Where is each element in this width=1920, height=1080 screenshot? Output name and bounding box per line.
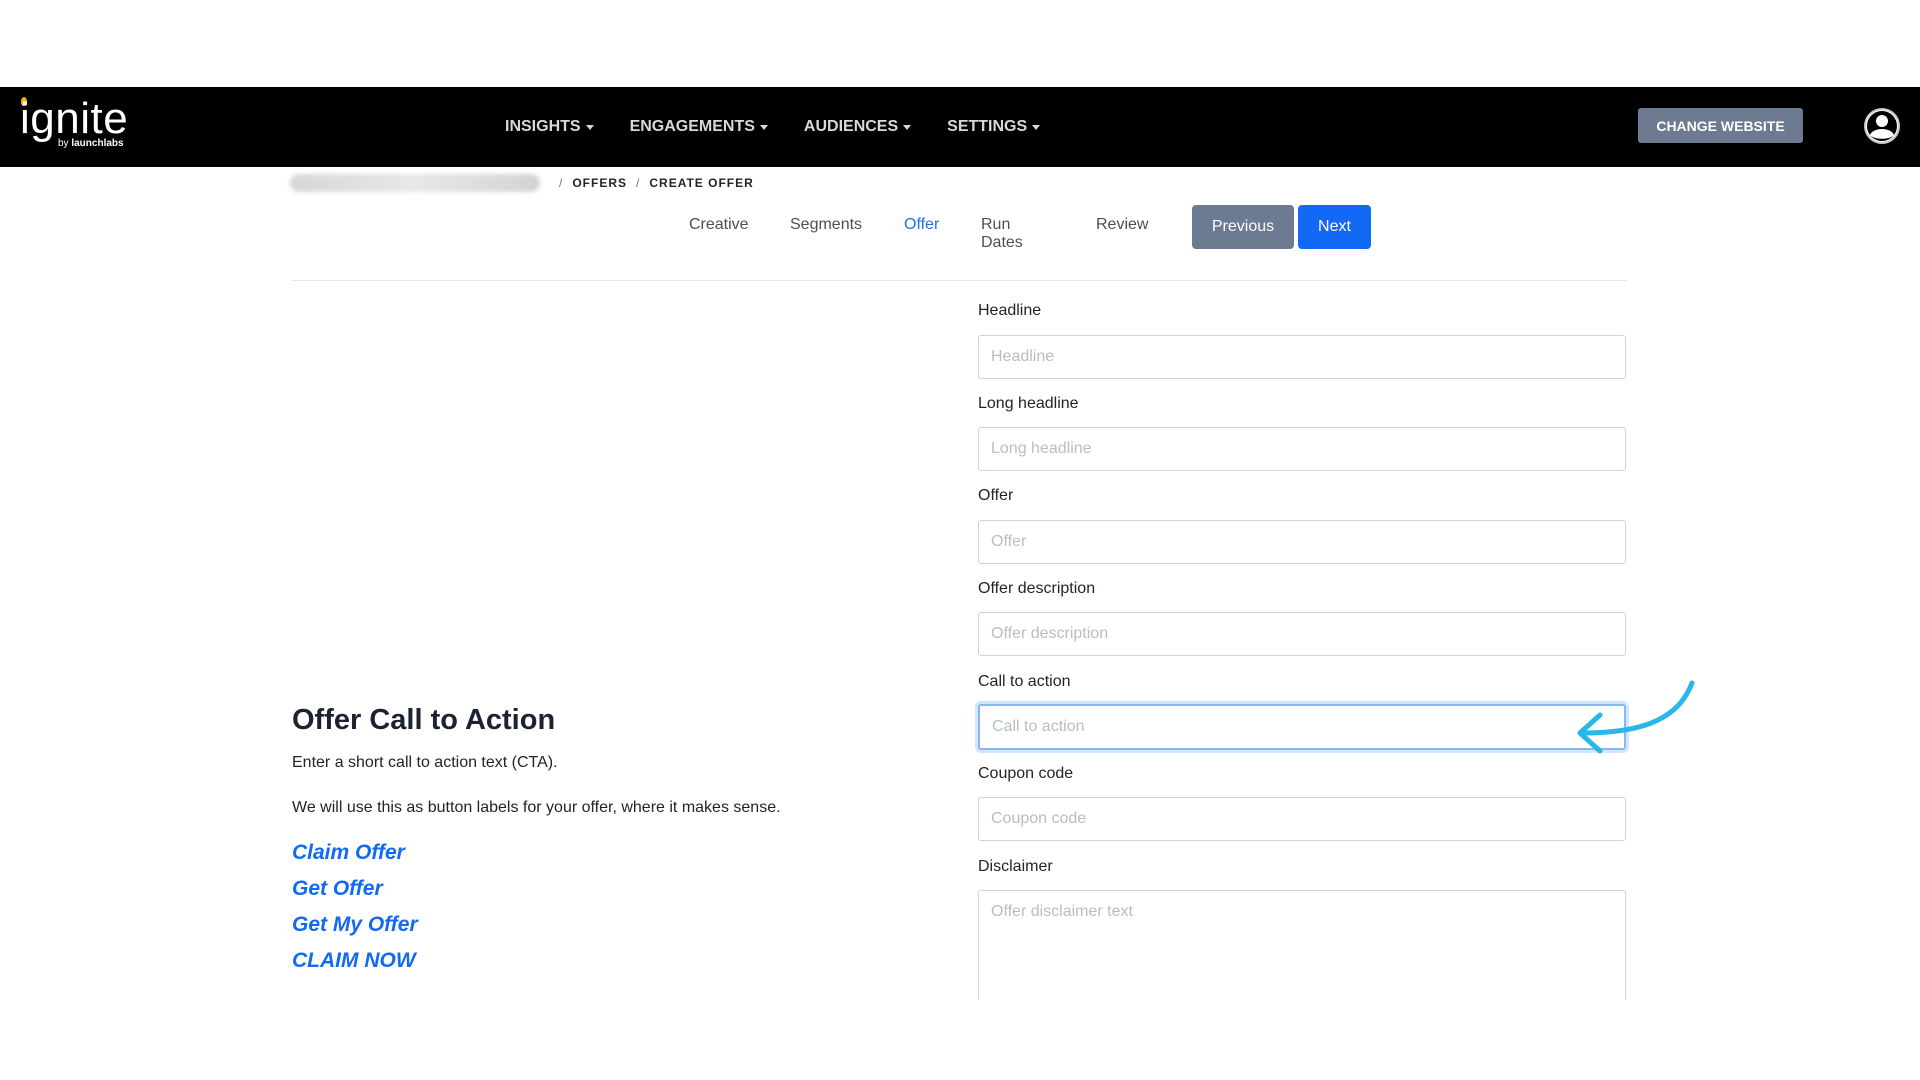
logo-tagline: by launchlabs — [58, 138, 124, 149]
offer-description-input[interactable] — [978, 612, 1626, 656]
next-button[interactable]: Next — [1298, 205, 1371, 249]
tab-run-dates[interactable]: Run Dates — [981, 216, 1023, 252]
nav-audiences[interactable]: AUDIENCES — [803, 118, 912, 136]
breadcrumb-offers[interactable]: OFFERS — [572, 176, 627, 190]
call-to-action-label: Call to action — [978, 673, 1071, 690]
main-nav: INSIGHTS ENGAGEMENTS AUDIENCES SETTINGS — [505, 87, 1076, 167]
nav-settings-label: SETTINGS — [947, 118, 1028, 135]
headline-label: Headline — [978, 302, 1042, 319]
nav-insights[interactable]: INSIGHTS — [505, 118, 594, 136]
user-avatar-icon[interactable] — [1863, 107, 1901, 145]
nav-insights-label: INSIGHTS — [505, 118, 581, 135]
help-text-line2: We will use this as button labels for yo… — [292, 799, 781, 816]
headline-input[interactable] — [978, 335, 1626, 379]
breadcrumb: / OFFERS / CREATE OFFER — [290, 172, 754, 194]
nav-audiences-label: AUDIENCES — [803, 118, 899, 135]
coupon-code-label: Coupon code — [978, 765, 1074, 782]
call-to-action-input[interactable] — [978, 704, 1626, 750]
breadcrumb-blurred-site[interactable] — [290, 174, 540, 192]
caret-down-icon — [903, 124, 912, 130]
tab-creative[interactable]: Creative — [689, 216, 749, 234]
cta-example-claim-offer[interactable]: Claim Offer — [292, 841, 405, 865]
top-navbar: ignite by launchlabs INSIGHTS ENGAGEMENT… — [0, 87, 1920, 167]
breadcrumb-create-offer: CREATE OFFER — [649, 176, 754, 190]
long-headline-input[interactable] — [978, 427, 1626, 471]
help-text-line1: Enter a short call to action text (CTA). — [292, 754, 558, 771]
offer-description-label: Offer description — [978, 580, 1096, 597]
annotation-arrow-icon — [1577, 680, 1695, 754]
nav-engagements-label: ENGAGEMENTS — [629, 118, 755, 135]
nav-settings[interactable]: SETTINGS — [947, 118, 1041, 136]
breadcrumb-separator: / — [636, 176, 641, 190]
help-title: Offer Call to Action — [292, 704, 556, 736]
nav-engagements[interactable]: ENGAGEMENTS — [630, 118, 768, 136]
caret-down-icon — [759, 124, 768, 130]
offer-label: Offer — [978, 487, 1014, 504]
long-headline-label: Long headline — [978, 395, 1079, 412]
cta-example-claim-now[interactable]: CLAIM NOW — [292, 949, 416, 973]
coupon-code-input[interactable] — [978, 797, 1626, 841]
tab-offer[interactable]: Offer — [904, 216, 939, 234]
cta-example-get-offer[interactable]: Get Offer — [292, 877, 383, 901]
caret-down-icon — [1032, 124, 1041, 130]
cta-example-get-my-offer[interactable]: Get My Offer — [292, 913, 418, 937]
disclaimer-textarea[interactable] — [978, 890, 1626, 1000]
tab-segments[interactable]: Segments — [790, 216, 862, 234]
disclaimer-label: Disclaimer — [978, 858, 1053, 875]
tab-review[interactable]: Review — [1096, 216, 1148, 234]
logo-wordmark: ignite — [20, 94, 129, 143]
offer-input[interactable] — [978, 520, 1626, 564]
previous-button[interactable]: Previous — [1192, 205, 1294, 249]
ignite-logo[interactable]: ignite by launchlabs — [20, 97, 150, 157]
breadcrumb-separator: / — [559, 176, 564, 190]
caret-down-icon — [585, 124, 594, 130]
change-website-button[interactable]: CHANGE WEBSITE — [1638, 108, 1803, 143]
section-divider — [292, 280, 1627, 281]
